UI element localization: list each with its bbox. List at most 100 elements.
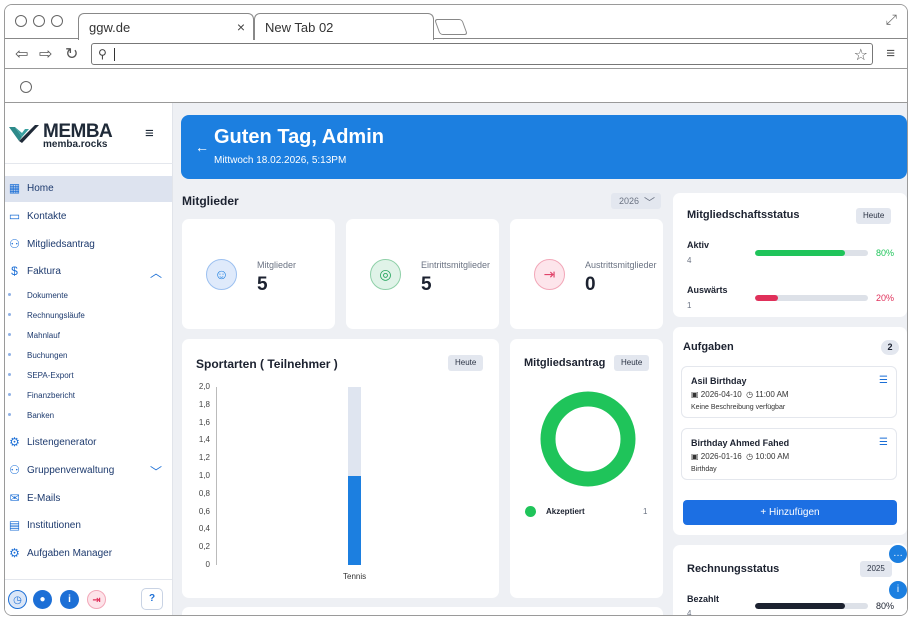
sidebar-subitem-buchungen[interactable]: Buchungen <box>5 347 172 365</box>
sidebar-item-institutionen[interactable]: ▤ Institutionen <box>5 513 172 539</box>
info-icon[interactable]: i <box>60 590 79 609</box>
back-arrow-icon[interactable]: ← <box>195 139 209 155</box>
mitgliedsantrag-card: Mitgliedsantrag Heute Akzeptiert 1 <box>510 339 663 598</box>
sidebar: MEMBA memba.rocks ≡ ▦ Home ▭ Kontakte ⚇ … <box>5 103 173 615</box>
bookmark-star-icon[interactable]: ☆ <box>854 45 868 65</box>
tab-new-tab[interactable]: New Tab 02 <box>254 13 434 40</box>
close-icon[interactable]: × <box>237 19 245 35</box>
task-date: 2026-01-16 <box>700 452 742 461</box>
fullscreen-icon[interactable]: ⤢ <box>886 11 897 28</box>
sidebar-subitem-label: Finanzbericht <box>27 391 76 400</box>
stat-label: Eintrittsmitglieder <box>421 260 491 270</box>
dollar-icon: $ <box>11 264 18 278</box>
sidebar-item-gruppenverwaltung[interactable]: ⚇ Gruppenverwaltung ﹀ <box>5 458 172 484</box>
add-task-label: Hinzufügen <box>769 507 820 518</box>
grid-icon: ▦ <box>8 181 21 195</box>
antrag-filter-button[interactable]: Heute <box>614 355 650 371</box>
progress-fill <box>755 295 778 301</box>
tab-ggw[interactable]: ggw.de × <box>78 13 254 40</box>
welcome-banner: ← Guten Tag, Admin Mittwoch 18.02.2026, … <box>181 115 907 179</box>
legend-count: 1 <box>643 507 648 516</box>
window-close-dot[interactable] <box>15 15 27 27</box>
logout-icon[interactable]: ⇥ <box>87 590 106 609</box>
list-icon[interactable]: ☰ <box>879 437 888 448</box>
sidebar-item-faktura[interactable]: $ Faktura ︿ <box>5 259 172 285</box>
task-item[interactable]: Asil Birthday ▣ 2026-04-10 ◷ 11:00 AM Ke… <box>681 366 897 418</box>
current-date: Mittwoch 18.02.2026, 5:13PM <box>214 155 347 166</box>
stat-card-austritt: ⇥ Austrittsmitglieder 0 <box>510 219 663 329</box>
mitglieder-title: Mitglieder <box>182 194 239 208</box>
stat-label: Mitglieder <box>257 260 297 270</box>
sidebar-subitem-sepa-export[interactable]: SEPA-Export <box>5 367 172 385</box>
clock-icon[interactable]: ◷ <box>8 590 27 609</box>
sidebar-item-label: Listengenerator <box>27 437 97 448</box>
user-icon[interactable]: ● <box>33 590 52 609</box>
status-percent: 20% <box>876 293 895 303</box>
task-time: 10:00 AM <box>755 452 790 461</box>
forward-arrow-icon[interactable]: ⇨ <box>39 44 52 64</box>
reload-icon[interactable]: ↻ <box>65 44 78 64</box>
rechnung-year-button[interactable]: 2025 <box>860 561 892 577</box>
y-axis <box>216 387 217 565</box>
url-bar[interactable]: ⚲ ☆ <box>91 43 873 65</box>
memba-logo[interactable]: MEMBA memba.rocks <box>9 121 139 151</box>
stat-label: Austrittsmitglieder <box>585 260 657 270</box>
add-task-button[interactable]: + Hinzufügen <box>683 500 897 525</box>
sidebar-subitem-finanzbericht[interactable]: Finanzbericht <box>5 387 172 405</box>
y-tick-label: 0,4 <box>198 524 210 534</box>
sidebar-subitem-mahnlauf[interactable]: Mahnlauf <box>5 327 172 345</box>
stat-card-eintritt: ◎ Eintrittsmitglieder 5 <box>346 219 499 329</box>
status-label: Auswärts <box>687 285 728 295</box>
bar-tennis[interactable] <box>348 476 361 565</box>
group-icon: ⚇ <box>9 463 20 477</box>
sidebar-item-listengenerator[interactable]: ⚙ Listengenerator <box>5 430 172 456</box>
sidebar-item-aufgaben-manager[interactable]: ⚙ Aufgaben Manager <box>5 541 172 567</box>
list-icon[interactable]: ☰ <box>879 375 888 386</box>
donut-slice-akzeptiert[interactable] <box>540 391 636 487</box>
antrag-title: Mitgliedsantrag <box>524 357 606 369</box>
mail-icon: ✉ <box>9 491 20 505</box>
status-title: Mitgliedschaftsstatus <box>687 209 800 221</box>
chat-icon[interactable]: … <box>887 543 907 565</box>
status-count: 4 <box>687 609 692 616</box>
sidebar-item-home[interactable]: ▦ Home <box>5 176 172 202</box>
user-add-icon: ⚇ <box>9 237 20 251</box>
progress-track <box>755 250 868 256</box>
mitgliedschaftsstatus-card: Mitgliedschaftsstatus Heute Aktiv 4 80% … <box>673 193 907 317</box>
task-item[interactable]: Birthday Ahmed Fahed ▣ 2026-01-16 ◷ 10:0… <box>681 428 897 480</box>
y-tick-label: 0,6 <box>198 506 210 516</box>
sidebar-subitem-rechnungslaeufe[interactable]: Rechnungsläufe <box>5 307 172 325</box>
sidebar-item-label: Mitgliedsantrag <box>27 239 95 250</box>
hamburger-menu-icon[interactable]: ≡ <box>145 125 154 142</box>
sidebar-item-mitgliedsantrag[interactable]: ⚇ Mitgliedsantrag <box>5 232 172 258</box>
tab-bar: ggw.de × New Tab 02 ⤢ <box>5 5 907 40</box>
year-dropdown[interactable]: 2026 ﹀ <box>611 193 661 209</box>
aufgaben-title: Aufgaben <box>683 341 734 353</box>
progress-fill <box>755 250 846 256</box>
y-tick-label: 1,0 <box>198 471 210 480</box>
back-arrow-icon[interactable]: ⇦ <box>15 44 28 64</box>
y-tick-label: 1,2 <box>198 453 210 463</box>
browser-menu-icon[interactable]: ≡ <box>886 45 895 62</box>
sidebar-subitem-label: Rechnungsläufe <box>27 311 85 320</box>
window-maximize-dot[interactable] <box>51 15 63 27</box>
sidebar-subitem-banken[interactable]: Banken <box>5 407 172 425</box>
sidebar-subitem-label: Mahnlauf <box>27 331 60 340</box>
sidebar-subitem-dokumente[interactable]: Dokumente <box>5 287 172 305</box>
page-title: Guten Tag, Admin <box>214 126 384 148</box>
exit-icon: ⇥ <box>534 259 565 290</box>
status-filter-button[interactable]: Heute <box>856 208 892 224</box>
status-label: Aktiv <box>687 240 710 250</box>
info-icon[interactable]: i <box>887 579 907 601</box>
sidebar-item-kontakte[interactable]: ▭ Kontakte <box>5 204 172 230</box>
chevron-down-icon: ﹀ <box>149 465 162 479</box>
institution-icon: ▤ <box>8 518 21 532</box>
bookmark-circle-icon[interactable] <box>20 81 32 93</box>
window-minimize-dot[interactable] <box>33 15 45 27</box>
help-icon[interactable]: ? <box>141 588 163 610</box>
new-tab-button[interactable] <box>434 19 468 35</box>
text-caret <box>114 48 115 61</box>
sidebar-item-emails[interactable]: ✉ E-Mails <box>5 486 172 512</box>
task-description: Birthday <box>691 466 717 473</box>
bottom-card-partial <box>182 607 663 615</box>
